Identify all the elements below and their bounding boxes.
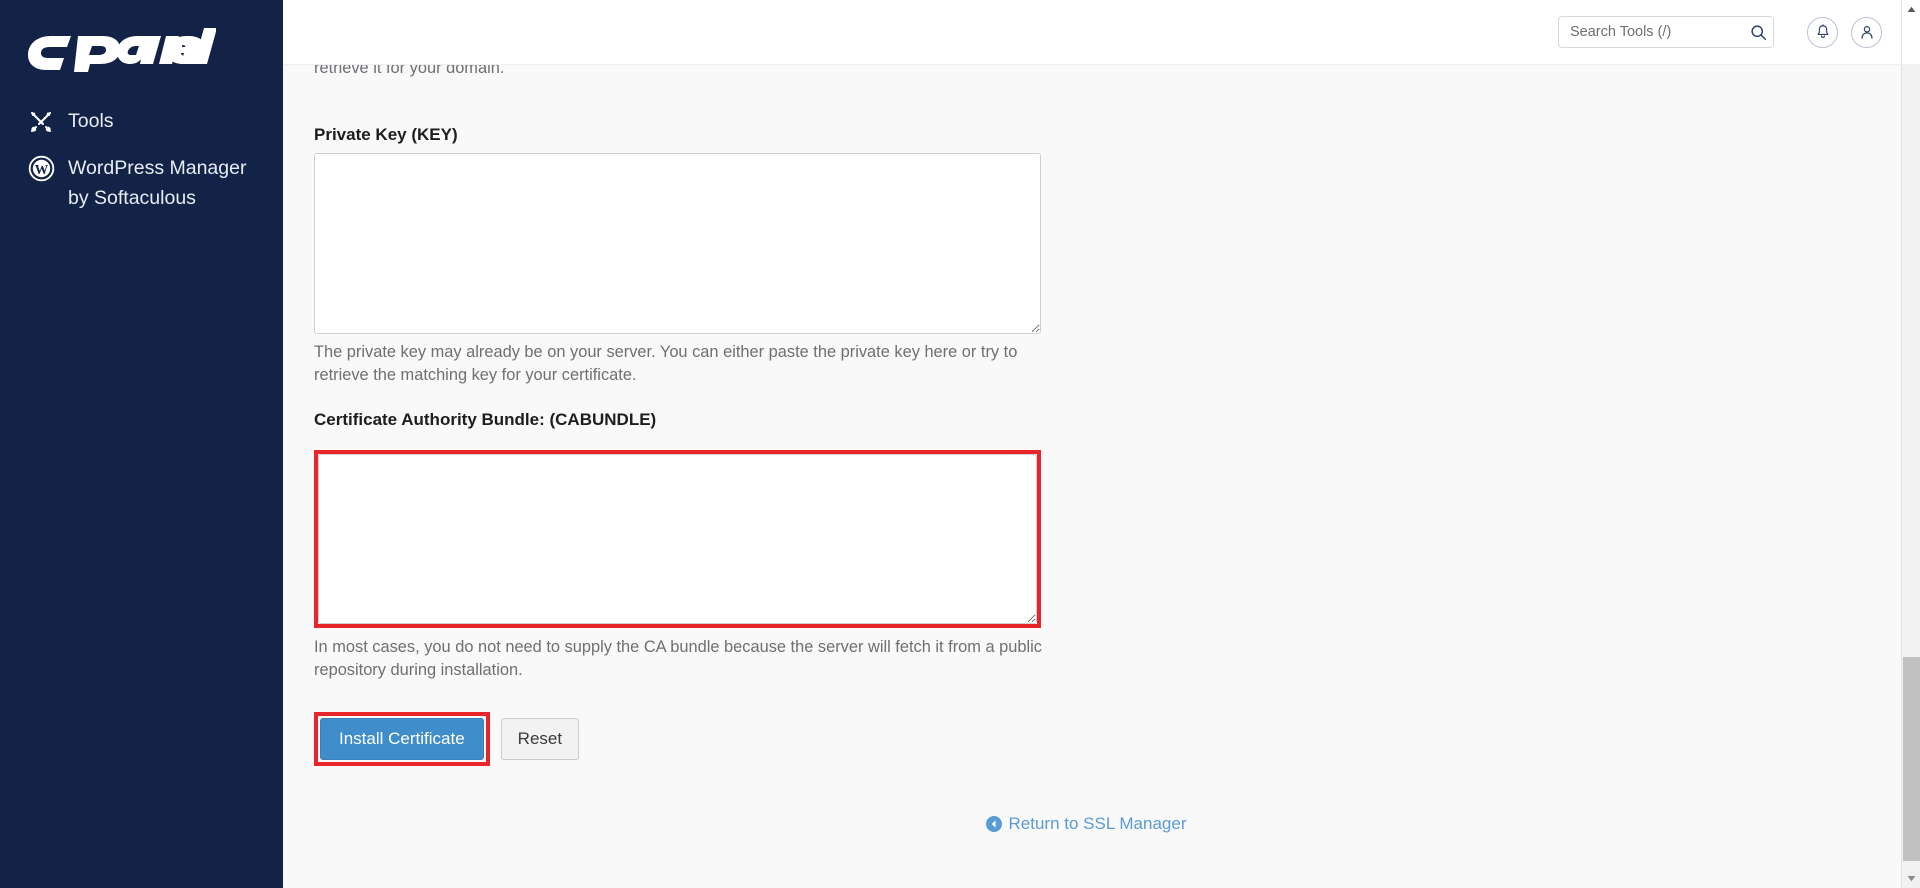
cabundle-textarea[interactable] — [318, 453, 1037, 624]
sidebar-item-label: Tools — [68, 110, 114, 132]
user-icon[interactable] — [1851, 16, 1882, 48]
sidebar-item-tools[interactable]: Tools — [0, 98, 283, 145]
search-tools-container — [1558, 16, 1774, 48]
sidebar: Tools W WordPress Manager by Softaculous — [0, 0, 283, 888]
tools-icon — [26, 107, 56, 136]
search-icon[interactable] — [1746, 20, 1770, 44]
svg-text:W: W — [34, 162, 48, 177]
sidebar-nav: Tools W WordPress Manager by Softaculous — [0, 98, 283, 222]
private-key-help-text: The private key may already be on your s… — [314, 343, 1018, 385]
clipped-help-text: retrieve it for your domain. — [314, 65, 1044, 103]
return-link-label: Return to SSL Manager — [1008, 814, 1187, 834]
bell-icon[interactable] — [1807, 16, 1838, 48]
ssl-install-form: retrieve it for your domain. Private Key… — [283, 65, 1920, 888]
cabundle-help-text: In most cases, you do not need to supply… — [314, 637, 1042, 679]
page-footer: 106.0.7 Home Trademarks Privacy Policy D… — [314, 877, 1920, 888]
private-key-textarea[interactable] — [314, 153, 1041, 334]
cpanel-logo-sidebar[interactable] — [26, 28, 216, 72]
form-actions: Install Certificate Reset — [314, 712, 1920, 767]
cabundle-label: Certificate Authority Bundle: (CABUNDLE) — [314, 409, 657, 429]
arrow-circle-left-icon — [985, 816, 1002, 833]
cabundle-highlight-annotation — [314, 449, 1041, 628]
clipped-help-text-line: retrieve it for your domain. — [314, 65, 505, 77]
scrollbar-arrow-up-icon[interactable] — [1902, 0, 1920, 19]
install-certificate-button[interactable]: Install Certificate — [320, 718, 484, 761]
sidebar-item-label: WordPress Manager by Softaculous — [68, 157, 247, 209]
private-key-label: Private Key (KEY) — [314, 125, 458, 144]
content-scroll-area: retrieve it for your domain. Private Key… — [283, 64, 1920, 888]
search-input[interactable] — [1558, 16, 1774, 48]
return-link-row: Return to SSL Manager — [314, 814, 1920, 837]
install-button-highlight-annotation: Install Certificate — [314, 712, 490, 767]
scrollbar-arrow-down-icon[interactable] — [1902, 869, 1920, 888]
cpanel-app-window: Tools W WordPress Manager by Softaculous — [0, 0, 1920, 888]
return-to-ssl-manager-link[interactable]: Return to SSL Manager — [985, 814, 1187, 834]
scrollbar-thumb[interactable] — [1903, 657, 1920, 862]
main-region: retrieve it for your domain. Private Key… — [283, 0, 1920, 888]
vertical-scrollbar[interactable] — [1901, 0, 1920, 888]
reset-button[interactable]: Reset — [500, 718, 580, 761]
wordpress-icon: W — [26, 154, 56, 183]
top-header-bar — [283, 0, 1920, 64]
sidebar-item-wordpress-manager[interactable]: W WordPress Manager by Softaculous — [0, 145, 283, 222]
